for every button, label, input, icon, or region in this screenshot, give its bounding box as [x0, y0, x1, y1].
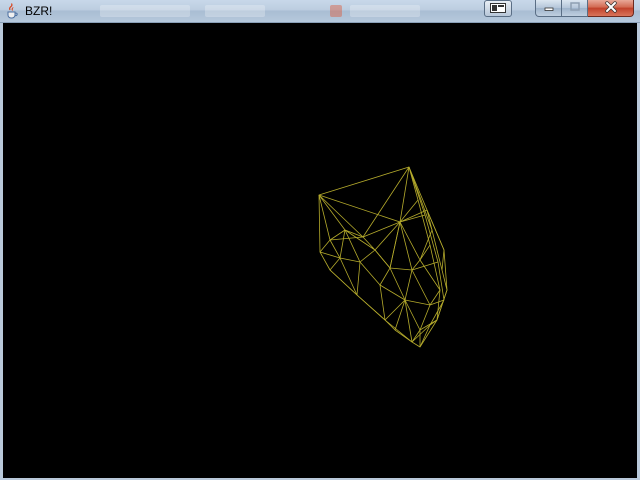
close-icon [604, 0, 617, 16]
minimize-button[interactable] [535, 0, 562, 17]
render-canvas[interactable] [3, 23, 637, 478]
app-window: BZR! [0, 0, 640, 480]
maximize-icon [569, 1, 580, 15]
minimize-icon [544, 1, 554, 15]
title-bar[interactable]: BZR! [0, 0, 640, 23]
background-blur [100, 5, 190, 17]
java-cup-icon[interactable] [4, 3, 20, 19]
background-blur [205, 5, 265, 17]
window-title: BZR! [25, 4, 53, 18]
maximize-button[interactable] [562, 0, 588, 17]
close-button[interactable] [588, 0, 634, 17]
background-blur [350, 5, 420, 17]
background-blur [330, 5, 342, 17]
window-switch-button[interactable] [484, 0, 512, 17]
wireframe-mesh [318, 166, 448, 348]
window-switch-icon [490, 2, 506, 16]
